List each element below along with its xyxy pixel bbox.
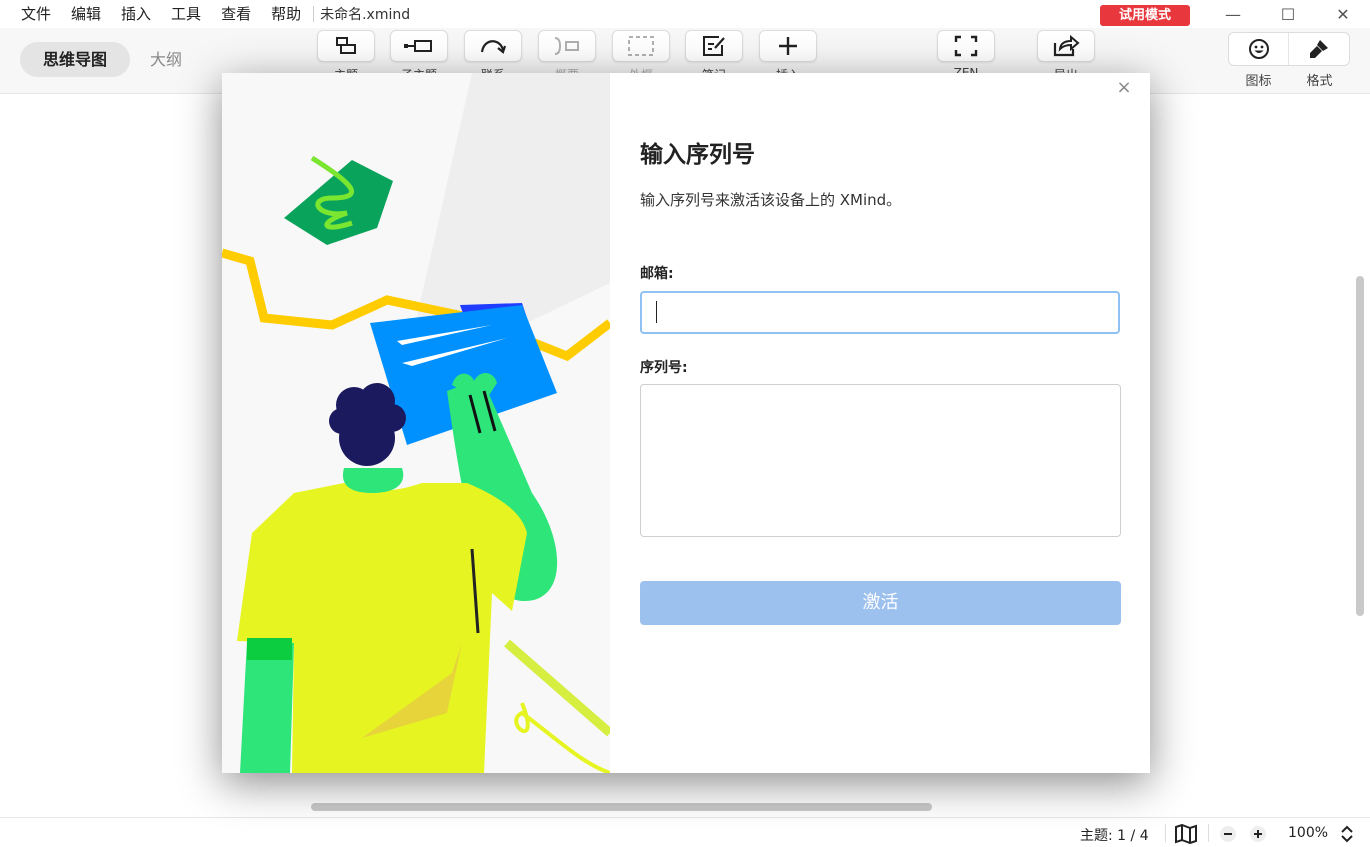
tab-mindmap[interactable]: 思维导图 bbox=[20, 42, 130, 77]
close-icon: × bbox=[1116, 76, 1132, 98]
panel-toggle-group bbox=[1228, 32, 1350, 66]
serial-label: 序列号: bbox=[640, 360, 688, 376]
paint-brush-icon bbox=[1310, 40, 1328, 58]
notes-icon bbox=[703, 36, 725, 56]
zoom-stepper-icon[interactable] bbox=[1340, 824, 1354, 844]
subtopic-button[interactable] bbox=[390, 30, 448, 62]
status-divider bbox=[1165, 824, 1166, 842]
minimize-button[interactable]: — bbox=[1210, 0, 1256, 28]
maximize-icon: ☐ bbox=[1280, 4, 1296, 24]
tab-outline[interactable]: 大纲 bbox=[150, 42, 182, 77]
dialog-title: 输入序列号 bbox=[640, 142, 755, 168]
menu-help[interactable]: 帮助 bbox=[271, 0, 301, 28]
subtopic-icon bbox=[404, 40, 432, 52]
notes-button[interactable] bbox=[685, 30, 743, 62]
zen-button[interactable] bbox=[937, 30, 995, 62]
zoom-level[interactable]: 100% bbox=[1288, 825, 1328, 841]
format-panel-button[interactable] bbox=[1289, 33, 1349, 65]
zoom-in-icon[interactable] bbox=[1249, 825, 1267, 843]
map-icon[interactable] bbox=[1174, 824, 1198, 844]
title-divider bbox=[313, 6, 315, 22]
topic-button[interactable] bbox=[317, 30, 375, 62]
icon-panel-label: 图标 bbox=[1245, 74, 1272, 89]
serial-number-field[interactable] bbox=[640, 384, 1121, 537]
export-button[interactable] bbox=[1037, 30, 1095, 62]
horizontal-scrollbar[interactable] bbox=[311, 803, 932, 811]
close-icon: ✕ bbox=[1336, 4, 1350, 24]
relationship-button[interactable] bbox=[464, 30, 522, 62]
activate-button[interactable]: 激活 bbox=[640, 581, 1121, 625]
text-caret bbox=[656, 301, 657, 323]
format-panel-label: 格式 bbox=[1306, 74, 1333, 89]
menu-insert[interactable]: 插入 bbox=[121, 0, 151, 28]
relationship-icon bbox=[480, 40, 507, 54]
icon-panel-button[interactable] bbox=[1229, 33, 1290, 65]
summary-button[interactable] bbox=[538, 30, 596, 62]
minimize-icon: — bbox=[1225, 4, 1241, 24]
email-label: 邮箱: bbox=[640, 266, 674, 282]
summary-icon bbox=[554, 37, 579, 55]
menu-tools[interactable]: 工具 bbox=[171, 0, 201, 28]
smiley-icon bbox=[1248, 39, 1269, 59]
document-title: 未命名.xmind bbox=[320, 7, 411, 23]
dialog-illustration bbox=[222, 73, 610, 773]
topic-icon bbox=[336, 37, 356, 54]
email-field[interactable] bbox=[640, 291, 1120, 334]
zoom-out-icon[interactable] bbox=[1219, 825, 1237, 843]
person-reading-illustration bbox=[222, 73, 610, 773]
export-icon bbox=[1053, 35, 1080, 57]
fullscreen-icon bbox=[954, 35, 978, 57]
menu-view[interactable]: 查看 bbox=[221, 0, 251, 28]
dialog-description: 输入序列号来激活该设备上的 XMind。 bbox=[640, 191, 902, 209]
maximize-button[interactable]: ☐ bbox=[1265, 0, 1311, 28]
activation-dialog: × 输入序列号 输入序列号来激活该设备上的 XMind。 邮箱: 序列号: 激活 bbox=[222, 73, 1150, 773]
topic-count: 主题: 1 / 4 bbox=[1080, 828, 1149, 844]
vertical-scrollbar[interactable] bbox=[1356, 276, 1364, 616]
close-window-button[interactable]: ✕ bbox=[1320, 0, 1366, 28]
dialog-close-button[interactable]: × bbox=[1115, 76, 1133, 98]
trial-mode-badge[interactable]: 试用模式 bbox=[1100, 5, 1190, 26]
boundary-icon bbox=[628, 36, 654, 56]
menu-file[interactable]: 文件 bbox=[21, 0, 51, 28]
status-bar: 主题: 1 / 4 100% bbox=[0, 817, 1370, 847]
menu-edit[interactable]: 编辑 bbox=[71, 0, 101, 28]
status-divider bbox=[1208, 824, 1209, 842]
boundary-button[interactable] bbox=[612, 30, 670, 62]
plus-icon bbox=[779, 37, 797, 55]
insert-button[interactable] bbox=[759, 30, 817, 62]
